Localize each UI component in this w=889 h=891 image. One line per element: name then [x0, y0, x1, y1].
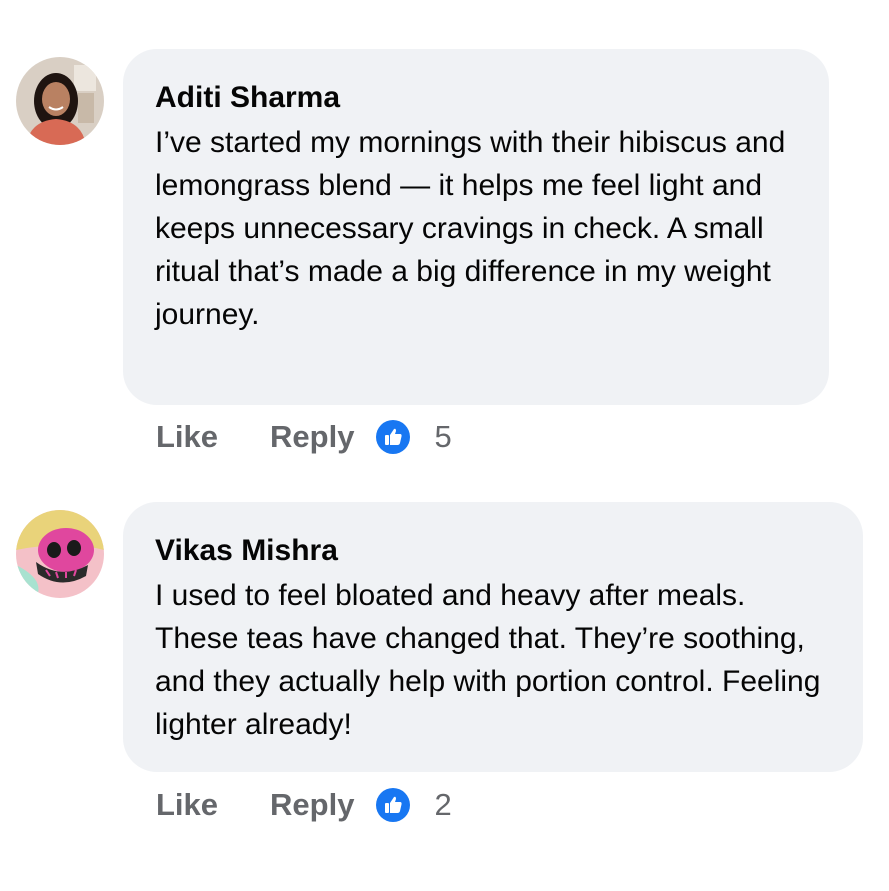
- reaction-count[interactable]: 5: [434, 419, 451, 455]
- comment-actions: Like Reply 5: [156, 415, 452, 459]
- comment-author[interactable]: Vikas Mishra: [155, 532, 831, 570]
- thumbs-up-icon[interactable]: [376, 788, 411, 822]
- avatar[interactable]: [16, 57, 104, 145]
- comment-actions: Like Reply 2: [156, 783, 452, 827]
- thumbs-up-icon[interactable]: [376, 420, 411, 454]
- comment-author[interactable]: Aditi Sharma: [155, 79, 797, 117]
- comment-text: I used to feel bloated and heavy after m…: [155, 579, 821, 741]
- like-button[interactable]: Like: [156, 419, 218, 455]
- avatar[interactable]: [16, 510, 104, 598]
- reaction-count[interactable]: 2: [434, 787, 451, 823]
- comment-bubble: Vikas Mishra I used to feel bloated and …: [123, 502, 863, 772]
- comments-thread: Aditi Sharma I’ve started my mornings wi…: [0, 0, 889, 891]
- comment-text: I’ve started my mornings with their hibi…: [155, 126, 786, 331]
- like-button[interactable]: Like: [156, 787, 218, 823]
- reply-button[interactable]: Reply: [270, 787, 354, 823]
- comment-bubble: Aditi Sharma I’ve started my mornings wi…: [123, 49, 829, 405]
- reply-button[interactable]: Reply: [270, 419, 354, 455]
